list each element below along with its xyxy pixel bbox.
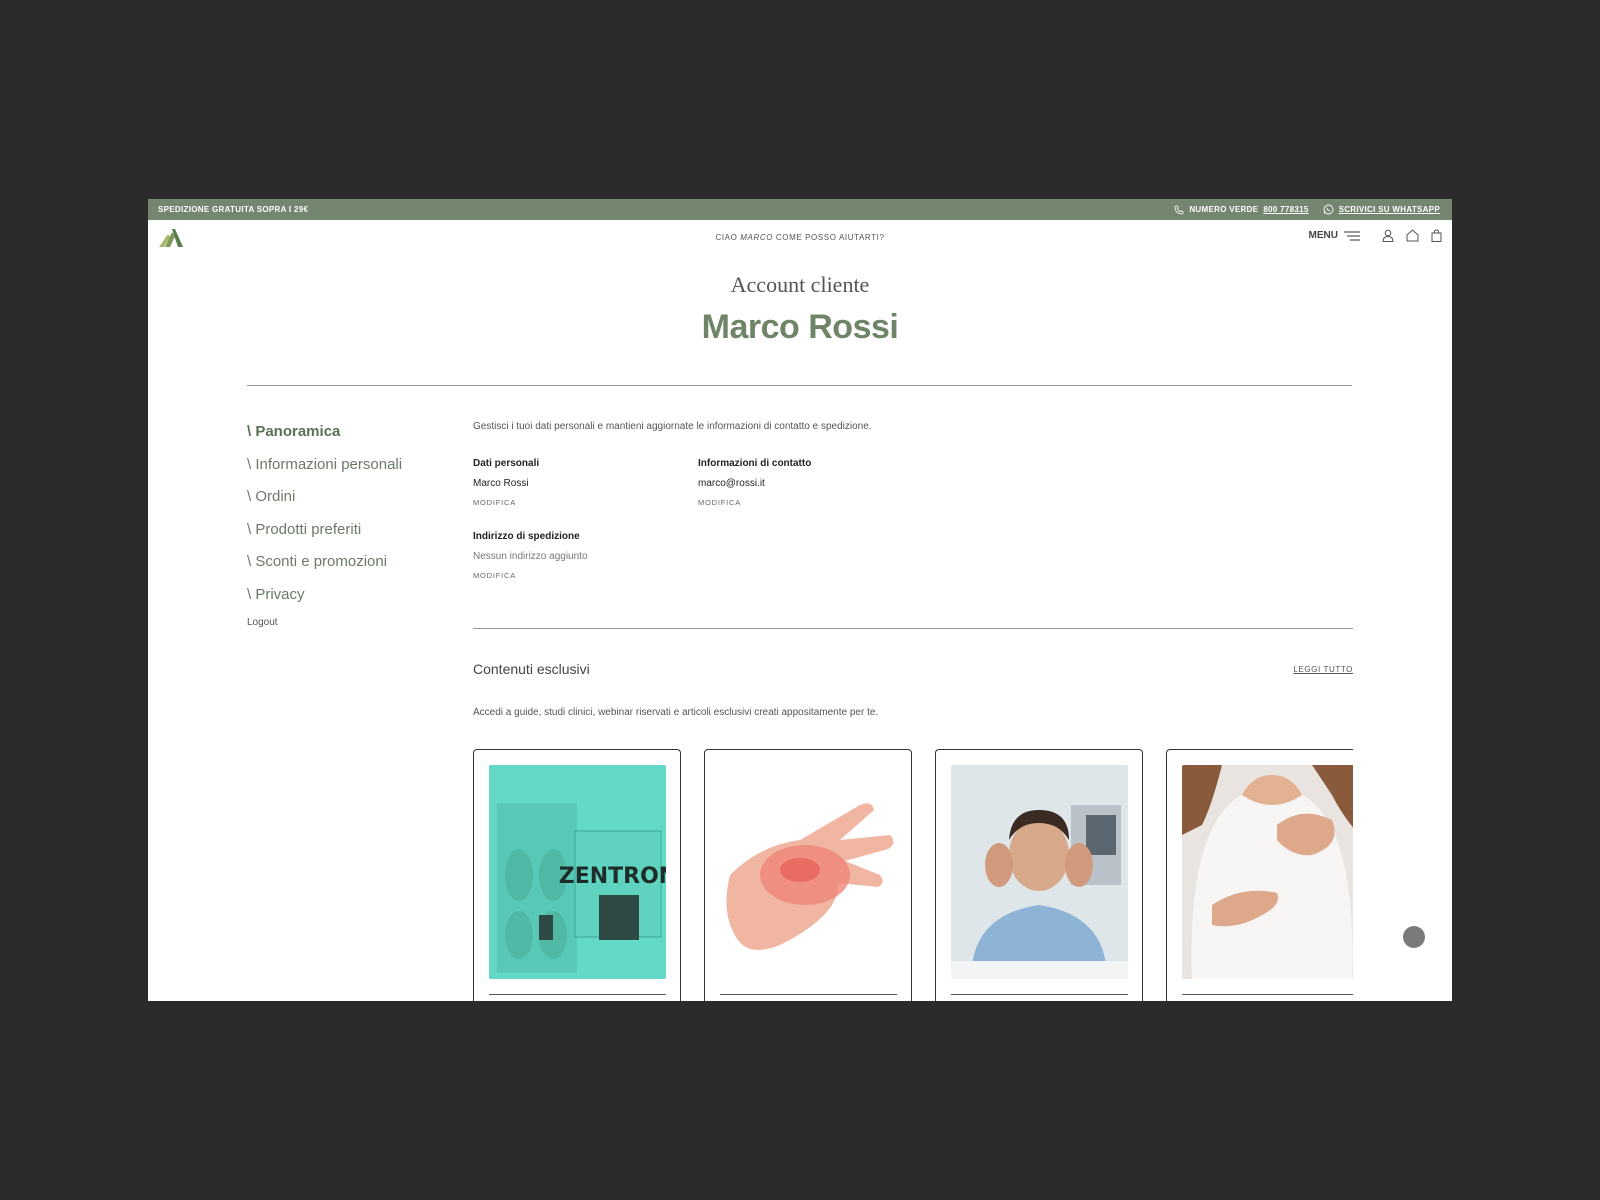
divider xyxy=(473,628,1353,629)
zentron-product-label: ZENTRON xyxy=(559,864,666,889)
site-header: CIAO MARCO COME POSSO AIUTARTI? MENU xyxy=(148,220,1452,256)
logout-link[interactable]: Logout xyxy=(247,617,447,628)
card-divider xyxy=(489,994,666,995)
free-shipping-text: SPEDIZIONE GRATUITA SOPRA I 29€ xyxy=(158,205,309,214)
exclusive-title: Contenuti esclusivi xyxy=(473,661,590,677)
account-hero: Account cliente Marco Rossi xyxy=(148,272,1452,347)
personal-data-value: Marco Rossi xyxy=(473,478,529,489)
phone-icon xyxy=(1174,205,1184,214)
promo-bar: SPEDIZIONE GRATUITA SOPRA I 29€ NUMERO V… xyxy=(148,199,1452,220)
content-card[interactable] xyxy=(704,749,912,1001)
greeting-text: CIAO MARCO COME POSSO AIUTARTI? xyxy=(148,233,1452,242)
greeting-name: MARCO xyxy=(740,233,774,242)
whatsapp-contact[interactable]: SCRIVICI SU WHATSAPP xyxy=(1323,204,1440,215)
personal-data-block: Dati personali Marco Rossi MODIFICA xyxy=(473,458,698,507)
account-sidebar: \ Panoramica \ Informazioni personali \ … xyxy=(247,421,447,628)
customer-name: Marco Rossi xyxy=(701,308,899,346)
card-divider xyxy=(1182,994,1353,995)
header-actions: MENU xyxy=(1309,229,1442,242)
contact-info-block: Informazioni di contatto marco@rossi.it … xyxy=(698,458,923,507)
content-card[interactable] xyxy=(1166,749,1353,1001)
sidebar-item-prodotti-preferiti[interactable]: \ Prodotti preferiti xyxy=(247,519,447,552)
shipping-address-block: Indirizzo di spedizione Nessun indirizzo… xyxy=(473,531,698,580)
greeting-suffix: COME POSSO AIUTARTI? xyxy=(775,233,885,242)
content-card[interactable] xyxy=(935,749,1143,1001)
sidebar-item-panoramica[interactable]: \ Panoramica xyxy=(247,421,447,454)
phone-number-link[interactable]: 800 778315 xyxy=(1263,205,1308,214)
overview-intro: Gestisci i tuoi dati personali e mantien… xyxy=(473,421,872,432)
read-all-link[interactable]: LEGGI TUTTO xyxy=(1293,665,1353,674)
page-subtitle: Account cliente xyxy=(730,272,870,297)
menu-label: MENU xyxy=(1308,230,1338,241)
exclusive-description: Accedi a guide, studi clinici, webinar r… xyxy=(473,707,879,718)
user-icon[interactable] xyxy=(1382,229,1394,242)
sidebar-item-ordini[interactable]: \ Ordini xyxy=(247,486,447,519)
exclusive-cards: ZENTRON xyxy=(473,749,1353,1001)
exclusive-header: Contenuti esclusivi LEGGI TUTTO xyxy=(473,661,1353,677)
home-icon[interactable] xyxy=(1406,229,1419,242)
shopping-bag-icon[interactable] xyxy=(1431,229,1442,242)
sidebar-item-informazioni-personali[interactable]: \ Informazioni personali xyxy=(247,454,447,487)
contact-info-label: Informazioni di contatto xyxy=(698,458,812,469)
shipping-address-value: Nessun indirizzo aggiunto xyxy=(473,551,588,562)
shipping-address-label: Indirizzo di spedizione xyxy=(473,531,580,542)
card-divider xyxy=(720,994,897,995)
hand-pain-image xyxy=(720,765,897,979)
hamburger-icon xyxy=(1344,230,1360,241)
account-fields: Dati personali Marco Rossi MODIFICA Info… xyxy=(473,458,1353,580)
divider xyxy=(247,385,1352,386)
overview-panel: Gestisci i tuoi dati personali e mantien… xyxy=(473,421,1353,580)
card-divider xyxy=(951,994,1128,995)
phone-contact[interactable]: NUMERO VERDE 800 778315 xyxy=(1174,205,1308,215)
browser-page: SPEDIZIONE GRATUITA SOPRA I 29€ NUMERO V… xyxy=(148,199,1452,1001)
content-card[interactable]: ZENTRON xyxy=(473,749,681,1001)
zentron-product-image: ZENTRON xyxy=(489,765,666,979)
menu-button[interactable]: MENU xyxy=(1309,230,1360,241)
greeting-prefix: CIAO xyxy=(715,233,738,242)
edit-shipping-button[interactable]: MODIFICA xyxy=(473,571,698,580)
phone-label: NUMERO VERDE xyxy=(1189,205,1259,214)
chat-bubble-button[interactable] xyxy=(1403,926,1425,948)
whatsapp-link[interactable]: SCRIVICI SU WHATSAPP xyxy=(1339,205,1440,214)
contact-info-value: marco@rossi.it xyxy=(698,478,765,489)
chest-pain-woman-image xyxy=(1182,765,1353,979)
sidebar-item-privacy[interactable]: \ Privacy xyxy=(247,584,447,617)
sidebar-item-sconti-promozioni[interactable]: \ Sconti e promozioni xyxy=(247,551,447,584)
edit-contact-button[interactable]: MODIFICA xyxy=(698,498,923,507)
headache-man-image xyxy=(951,765,1128,979)
edit-personal-button[interactable]: MODIFICA xyxy=(473,498,698,507)
whatsapp-icon xyxy=(1323,204,1334,215)
personal-data-label: Dati personali xyxy=(473,458,540,469)
